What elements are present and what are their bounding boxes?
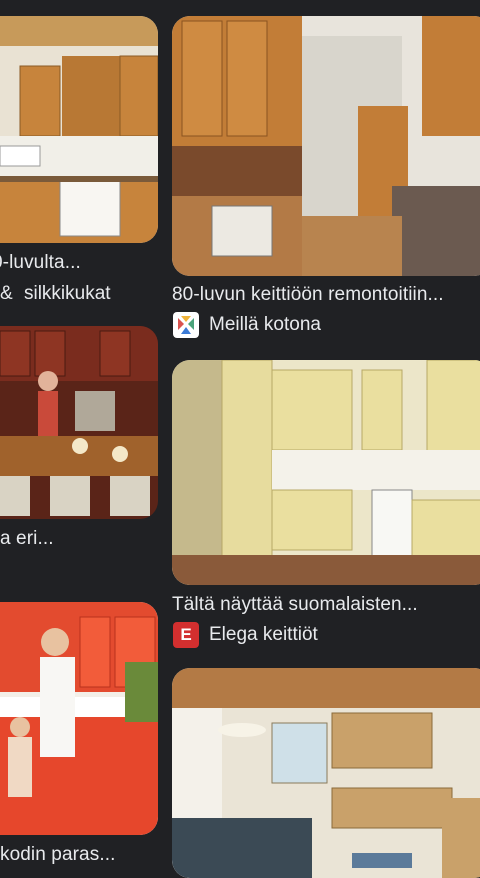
source-name: silkkikukat — [23, 283, 111, 304]
result-image-kitchen-red[interactable] — [0, 326, 158, 519]
result-image-kitchen-orange[interactable] — [0, 602, 158, 835]
result-image-kitchen-wood-ceiling[interactable] — [172, 668, 480, 878]
result-title[interactable]: Tältä näyttää suomalaisten... — [172, 594, 418, 616]
result-title[interactable]: 80-luvun keittiöön remontoitiin... — [172, 284, 444, 306]
result-source[interactable]: & silkkikukat — [0, 283, 111, 305]
result-source[interactable]: Meillä kotona — [209, 314, 321, 336]
ampersand-text: & — [0, 283, 13, 304]
result-image-kitchen-corridor[interactable] — [172, 16, 480, 276]
result-image-kitchen-yellow[interactable] — [172, 360, 480, 585]
result-title[interactable]: 0-luvulta... — [0, 252, 81, 274]
elega-icon-letter: E — [180, 625, 192, 644]
result-image-kitchen-oak[interactable] — [0, 16, 158, 243]
result-title[interactable]: kodin paras... — [0, 844, 115, 866]
result-source[interactable]: Elega keittiöt — [209, 624, 318, 646]
elega-e-icon: E — [173, 622, 199, 648]
result-title[interactable]: a eri... — [0, 528, 54, 550]
meilla-kotona-icon — [173, 312, 199, 338]
